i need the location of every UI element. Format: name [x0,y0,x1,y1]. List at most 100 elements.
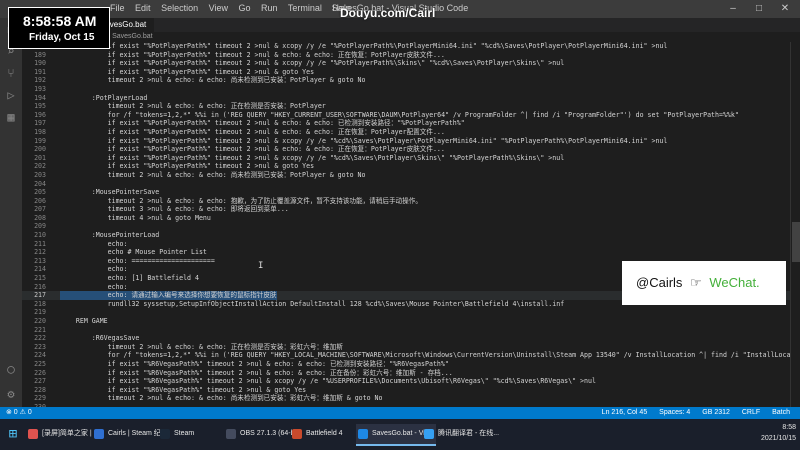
code-text[interactable]: echo: [60,240,128,249]
code-text[interactable]: timeout 2 >nul & echo: & echo: 尚未检测到已安装：… [60,171,366,180]
code-line[interactable]: 192 timeout 2 >nul & echo: & echo: 尚未检测到… [22,76,790,85]
line-ending[interactable]: CRLF [742,409,760,416]
code-line[interactable]: 198 if exist "%PotPlayerPath%" timeout 2… [22,128,790,137]
code-text[interactable]: if exist "%PotPlayerPath%" timeout 2 >nu… [60,154,565,163]
code-line[interactable]: 195 timeout 2 >nul & echo: & echo: 正在检测是… [22,102,790,111]
source-control-icon[interactable]: ⑂ [0,62,22,84]
code-text[interactable]: if exist "%PotPlayerPath%" timeout 2 >nu… [60,42,668,51]
code-text[interactable]: timeout 4 >nul & goto Menu [60,214,211,223]
account-icon[interactable]: ◯ [0,358,22,380]
code-line[interactable]: 206 timeout 2 >nul & echo: & echo: 抱歉，为了… [22,197,790,206]
code-line[interactable]: 212 echo # Mouse Pointer List [22,248,790,257]
code-line[interactable]: 211 echo: [22,240,790,249]
code-line[interactable]: 193 [22,85,790,94]
taskbar: ⊞ [录屏]简单之家 | ... Cairls | Steam 纪... Ste… [0,419,800,450]
line-number: 204 [34,179,46,188]
code-text[interactable]: :PotPlayerLoad [60,94,148,103]
code-line[interactable]: 208 timeout 4 >nul & goto Menu [22,214,790,223]
scrollbar-thumb[interactable] [792,222,800,262]
language-mode[interactable]: Batch [772,409,790,416]
code-text[interactable]: timeout 2 >nul & echo: & echo: 尚未检测到已安装：… [60,394,383,403]
code-line[interactable]: 190 if exist "%PotPlayerPath%" timeout 2… [22,59,790,68]
cursor-position[interactable]: Ln 216, Col 45 [602,409,648,416]
code-line[interactable]: 225 if exist "%R6VegasPath%" timeout 2 >… [22,360,790,369]
code-line[interactable]: 229 timeout 2 >nul & echo: & echo: 尚未检测到… [22,394,790,403]
extensions-icon[interactable]: ▦ [0,106,22,128]
code-text[interactable]: if exist "%R6VegasPath%" timeout 2 >nul … [60,369,453,378]
code-line[interactable]: 200 if exist "%PotPlayerPath%" timeout 2… [22,145,790,154]
indentation[interactable]: Spaces: 4 [659,409,690,416]
code-text[interactable]: timeout 2 >nul & echo: & echo: 尚未检测到已安装：… [60,76,366,85]
code-line[interactable]: 188 if exist "%PotPlayerPath%" timeout 2… [22,42,790,51]
taskbar-item[interactable]: 腾讯翻译君 - 在线... [422,424,502,444]
code-line[interactable]: 220 REM GAME [22,317,790,326]
code-text[interactable]: echo: [1] Battlefield 4 [60,274,199,283]
run-debug-icon[interactable]: ▷ [0,84,22,106]
close-icon[interactable]: ✕ [772,0,798,18]
code-line[interactable]: 201 if exist "%PotPlayerPath%" timeout 2… [22,154,790,163]
code-line[interactable]: 210 :MousePointerLoad [22,231,790,240]
problems-indicator[interactable]: ⊗ 0 ⚠ 0 [6,407,32,419]
code-editor[interactable]: 188 if exist "%PotPlayerPath%" timeout 2… [22,42,790,407]
code-text[interactable]: if exist "%PotPlayerPath%" timeout 2 >nu… [60,162,314,171]
code-text[interactable]: if exist "%R6VegasPath%" timeout 2 >nul … [60,377,596,386]
code-line[interactable]: 227 if exist "%R6VegasPath%" timeout 2 >… [22,377,790,386]
code-text[interactable]: :MousePointerSave [60,188,160,197]
line-number: 229 [34,394,46,403]
code-text[interactable]: timeout 3 >nul & echo: & echo: 即将返回到菜单..… [60,205,289,214]
code-line[interactable]: 199 if exist "%PotPlayerPath%" timeout 2… [22,137,790,146]
maximize-icon[interactable]: □ [746,0,772,18]
gear-icon[interactable]: ⚙ [0,383,22,405]
code-line[interactable]: 223 timeout 2 >nul & echo: & echo: 正在检测是… [22,343,790,352]
code-text[interactable]: :MousePointerLoad [60,231,160,240]
code-text[interactable]: timeout 2 >nul & echo: & echo: 正在检测是否安装：… [60,102,326,111]
taskbar-item-label: Steam [174,430,195,437]
code-text[interactable]: if exist "%PotPlayerPath%" timeout 2 >nu… [60,119,465,128]
code-text[interactable]: if exist "%PotPlayerPath%" timeout 2 >nu… [60,128,445,137]
code-text[interactable]: if exist "%PotPlayerPath%" timeout 2 >nu… [60,59,565,68]
line-number: 224 [34,351,46,360]
code-text[interactable]: timeout 2 >nul & echo: & echo: 正在检测是否安装：… [60,343,343,352]
editor-scrollbar[interactable] [790,42,800,407]
code-text[interactable]: rundll32 syssetup,SetupInfObjectInstallA… [60,300,565,309]
code-line[interactable]: 203 timeout 2 >nul & echo: & echo: 尚未检测到… [22,171,790,180]
code-text[interactable]: :R6VegasSave [60,334,140,343]
code-line[interactable]: 219 [22,308,790,317]
code-text[interactable]: echo: 请通过输入编号来选择你想要恢复的鼠标指针皮肤 [60,291,277,300]
steam-icon [160,429,170,439]
code-line[interactable]: 205 :MousePointerSave [22,188,790,197]
code-line[interactable]: 221 [22,326,790,335]
windows-start-icon[interactable]: ⊞ [4,425,22,443]
system-tray-clock[interactable]: 8:58 2021/10/15 [761,422,796,444]
encoding[interactable]: GB 2312 [702,409,730,416]
line-number: 221 [34,325,46,334]
code-text[interactable]: echo: [60,265,128,274]
code-line[interactable]: 202 if exist "%PotPlayerPath%" timeout 2… [22,162,790,171]
code-text[interactable]: echo: [60,283,128,292]
code-text[interactable]: if exist "%PotPlayerPath%" timeout 2 >nu… [60,51,445,60]
code-text[interactable]: if exist "%PotPlayerPath%" timeout 2 >nu… [60,145,445,154]
code-text[interactable]: for /f "tokens=1,2,*" %%i in ('REG QUERY… [60,351,790,360]
code-line[interactable]: 209 [22,222,790,231]
code-line[interactable]: 224 for /f "tokens=1,2,*" %%i in ('REG Q… [22,351,790,360]
code-text[interactable]: if exist "%R6VegasPath%" timeout 2 >nul … [60,360,449,369]
code-line[interactable]: 197 if exist "%PotPlayerPath%" timeout 2… [22,119,790,128]
code-line[interactable]: 189 if exist "%PotPlayerPath%" timeout 2… [22,51,790,60]
breadcrumb[interactable]: Desktop > SavesGo.bat > SavesGo.bat [22,32,800,42]
code-text[interactable]: if exist "%PotPlayerPath%" timeout 2 >nu… [60,137,668,146]
code-line[interactable]: 204 [22,180,790,189]
code-text[interactable]: echo: ===================== [60,257,215,266]
minimize-icon[interactable]: – [720,0,746,18]
overlay-date: Friday, Oct 15 [29,32,95,43]
code-line[interactable]: 226 if exist "%R6VegasPath%" timeout 2 >… [22,369,790,378]
code-text[interactable]: echo # Mouse Pointer List [60,248,207,257]
activity-bar: ❐ ⌕ ⑂ ▷ ▦ ◯ ⚙ [0,18,22,419]
code-line[interactable]: 207 timeout 3 >nul & echo: & echo: 即将返回到… [22,205,790,214]
vscode-icon [358,429,368,439]
code-line[interactable]: 194 :PotPlayerLoad [22,94,790,103]
line-number: 192 [34,76,46,85]
code-text[interactable]: REM GAME [60,317,108,326]
code-line[interactable]: 222 :R6VegasSave [22,334,790,343]
code-text[interactable]: timeout 2 >nul & echo: & echo: 抱歉，为了防止覆盖… [60,197,422,206]
wechat-handle: @Cairls [636,275,683,290]
